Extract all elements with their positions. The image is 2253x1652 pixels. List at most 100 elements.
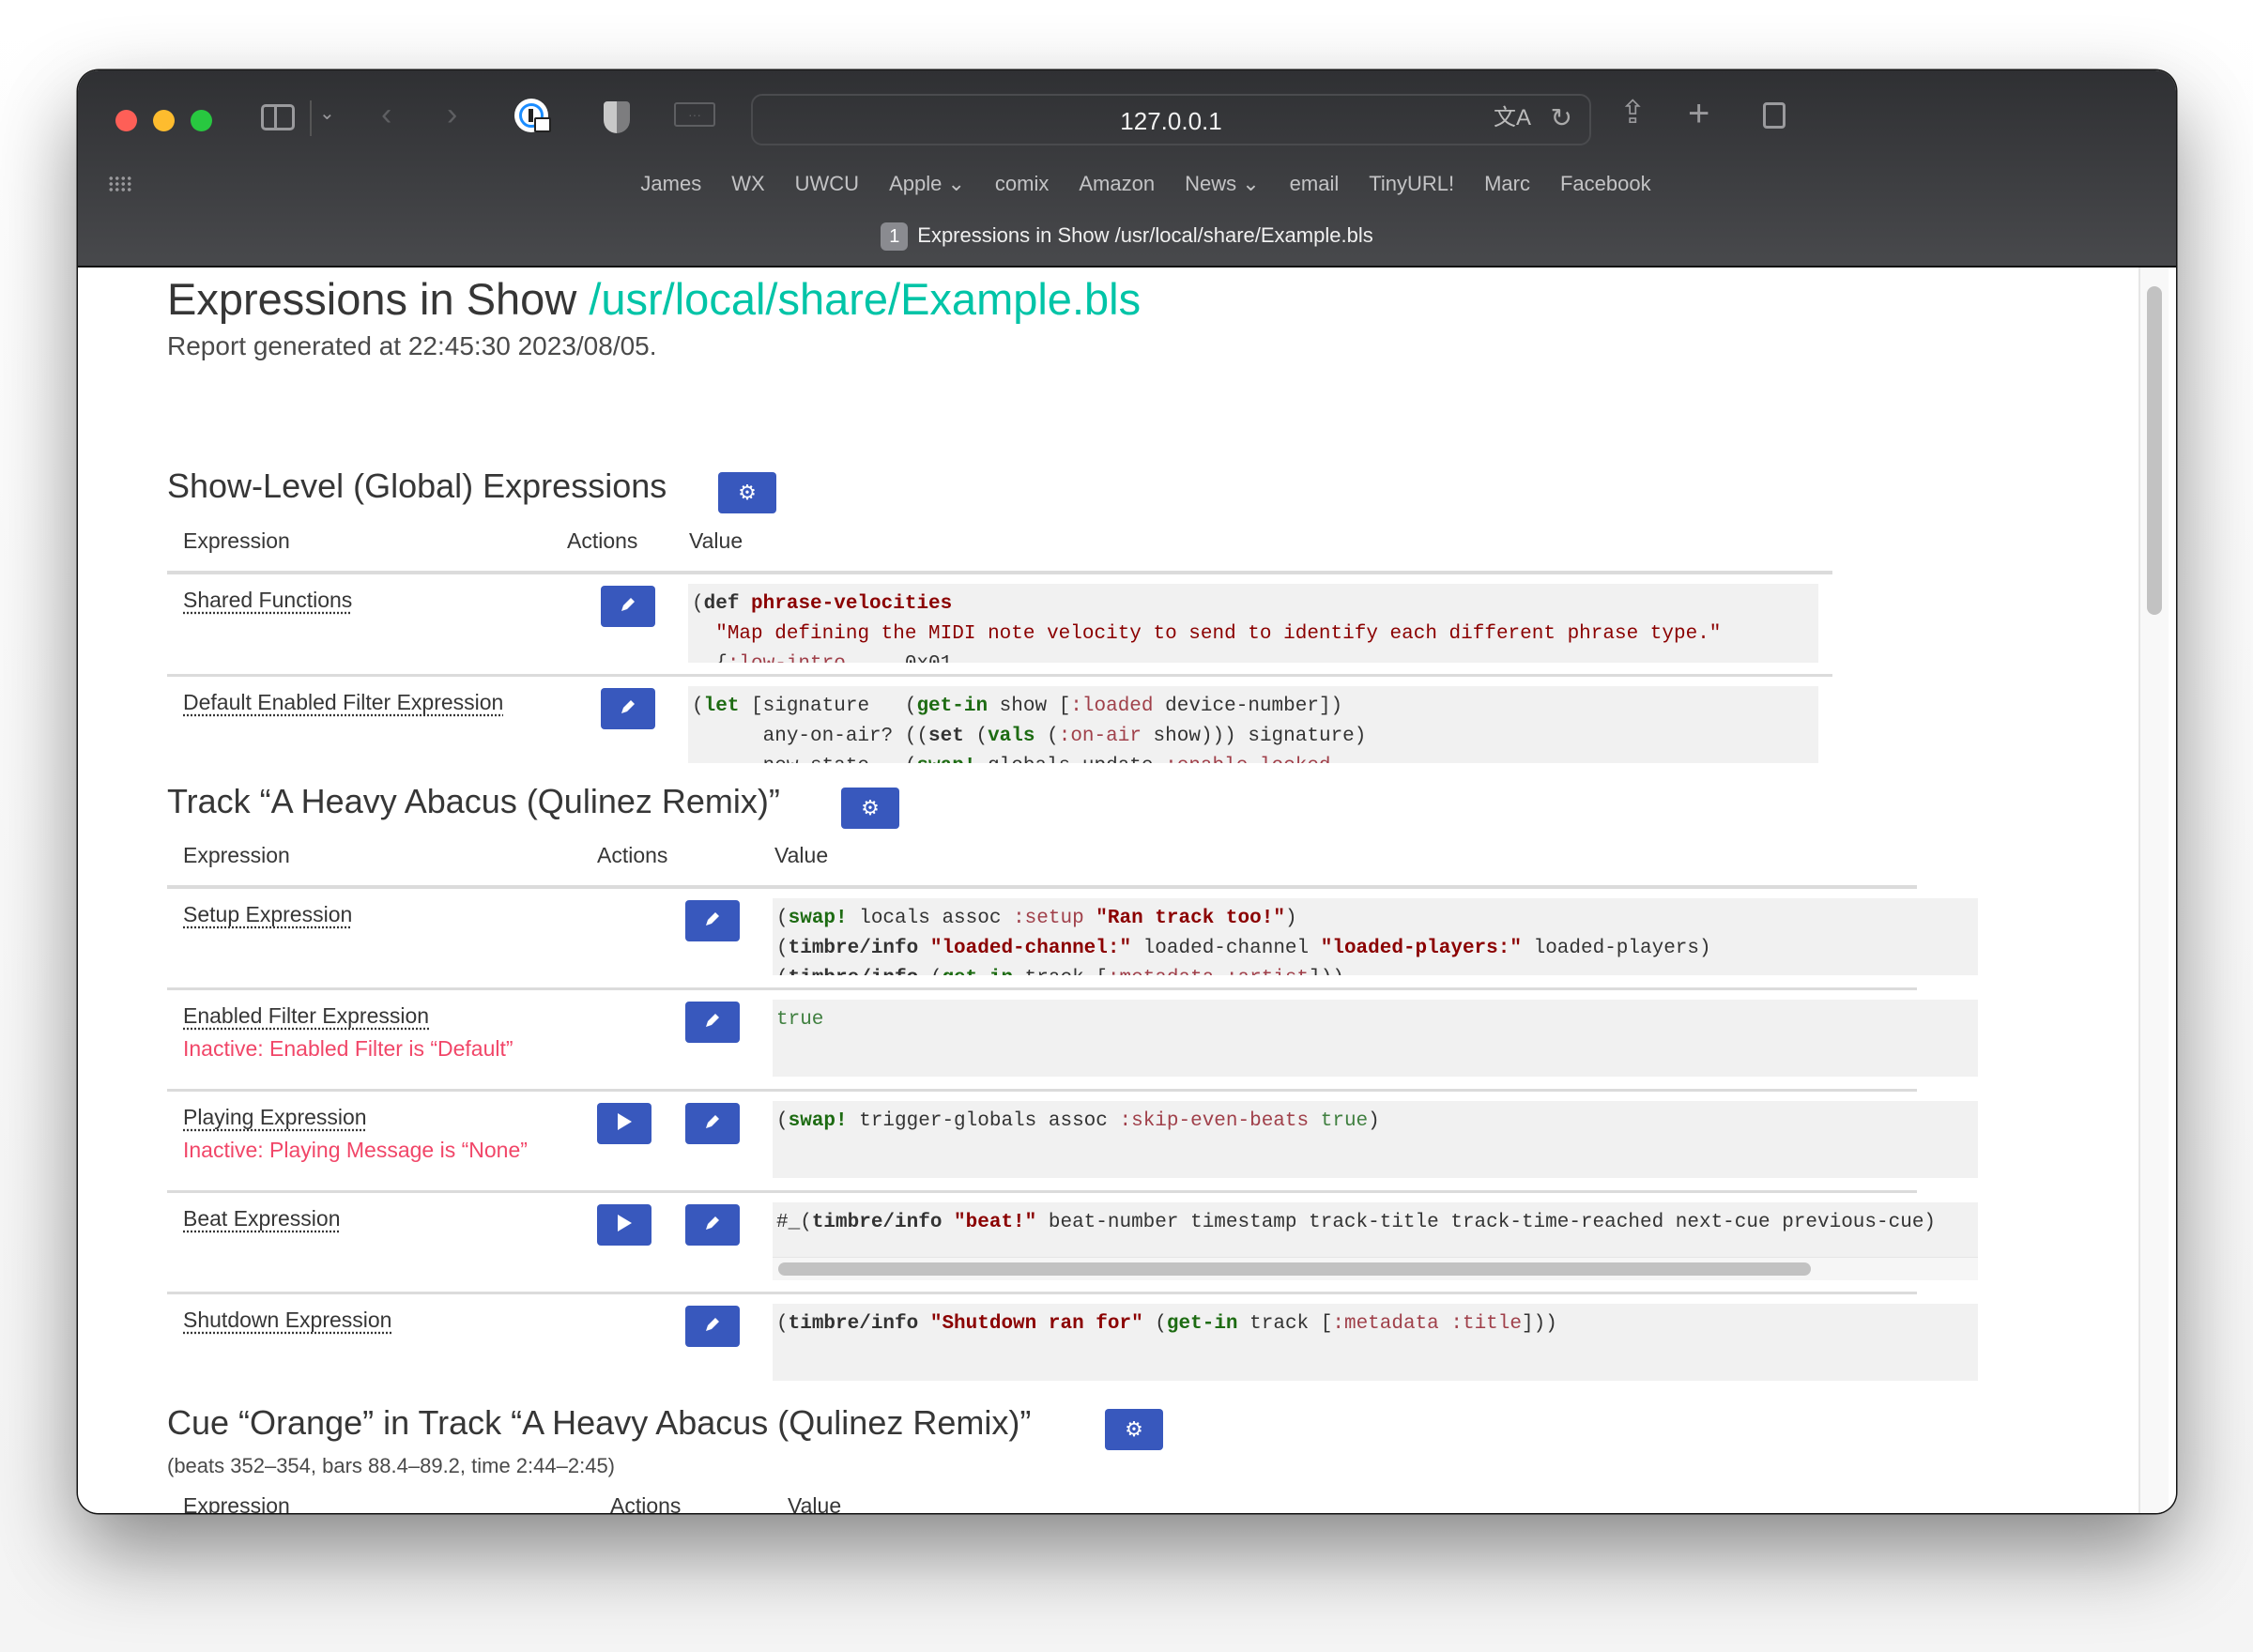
pencil-icon: [619, 595, 637, 619]
expression-value-code: (swap! trigger-globals assoc :skip-even-…: [773, 1101, 1978, 1178]
gear-icon: ⚙: [738, 481, 757, 504]
gear-icon: ⚙: [1125, 1417, 1143, 1441]
share-icon[interactable]: ⇪: [1619, 97, 1647, 129]
table-header-divider: [167, 885, 1917, 889]
column-header-actions: Actions: [610, 1493, 682, 1513]
expression-value-code: (let [signature (get-in show [:loaded de…: [688, 686, 1818, 763]
cue-position-details: (beats 352–354, bars 88.4–89.2, time 2:4…: [167, 1454, 616, 1477]
bookmark-item[interactable]: James: [640, 172, 701, 196]
row-divider: [167, 1292, 1917, 1294]
minimize-window-button[interactable]: [153, 110, 175, 131]
expression-link-enabled-filter[interactable]: Enabled Filter Expression: [183, 1003, 429, 1029]
browser-window: ⌄ ‹ › ··· 127.0.0.1 文A ↻ ⇪ + James WX UW…: [78, 70, 2176, 1513]
tab-overview-icon[interactable]: [1763, 102, 1786, 129]
bookmark-item[interactable]: TinyURL!: [1369, 172, 1454, 196]
reader-edit-icon[interactable]: ···: [674, 102, 715, 127]
bookmarks-bar: James WX UWCU Apple ⌄ comix Amazon News …: [78, 172, 2176, 196]
simulate-button[interactable]: [597, 1204, 651, 1246]
bookmark-folder[interactable]: News ⌄: [1185, 172, 1260, 196]
column-header-actions: Actions: [567, 528, 638, 553]
address-bar[interactable]: 127.0.0.1 文A ↻: [751, 94, 1591, 145]
edit-button[interactable]: [685, 900, 740, 941]
pencil-icon: [703, 1011, 722, 1034]
bookmark-item[interactable]: comix: [995, 172, 1049, 196]
row-divider: [167, 987, 1917, 990]
bookmark-item[interactable]: UWCU: [795, 172, 859, 196]
expression-link-shared-functions[interactable]: Shared Functions: [183, 588, 352, 613]
report-timestamp: Report generated at 22:45:30 2023/08/05.: [167, 331, 657, 360]
column-header-value: Value: [774, 843, 829, 867]
forward-icon[interactable]: ›: [447, 99, 457, 130]
row-divider: [167, 1190, 1917, 1193]
edit-button[interactable]: [685, 1002, 740, 1043]
bookmark-item[interactable]: WX: [731, 172, 764, 196]
back-icon[interactable]: ‹: [381, 99, 391, 130]
privacy-shield-icon[interactable]: [604, 101, 630, 133]
bookmark-item[interactable]: Amazon: [1079, 172, 1155, 196]
url-text: 127.0.0.1: [1120, 107, 1222, 135]
pencil-icon: [703, 1214, 722, 1237]
toolbar-divider: [310, 100, 312, 136]
expression-value-code: (swap! locals assoc :setup "Ran track to…: [773, 898, 1978, 975]
edit-button[interactable]: [685, 1306, 740, 1347]
translate-icon[interactable]: 文A: [1494, 107, 1531, 130]
row-divider: [167, 674, 1832, 677]
reload-icon[interactable]: ↻: [1551, 105, 1572, 131]
table-header-divider: [167, 571, 1832, 574]
pencil-icon: [703, 1315, 722, 1338]
browser-toolbar: ⌄ ‹ › ··· 127.0.0.1 文A ↻ ⇪ + James WX UW…: [78, 70, 2176, 268]
new-tab-icon[interactable]: +: [1688, 95, 1709, 132]
show-path-link[interactable]: /usr/local/share/Example.bls: [589, 274, 1141, 324]
simulate-button[interactable]: [597, 1103, 651, 1144]
expression-link-setup[interactable]: Setup Expression: [183, 902, 352, 927]
expression-link-shutdown[interactable]: Shutdown Expression: [183, 1308, 391, 1333]
expression-value-code: (def phrase-velocities "Map defining the…: [688, 584, 1818, 663]
edit-button[interactable]: [601, 688, 655, 729]
chevron-down-icon[interactable]: ⌄: [319, 104, 335, 123]
page-title-prefix: Expressions in Show: [167, 274, 577, 324]
vertical-scroll-thumb[interactable]: [2147, 286, 2162, 615]
tab-number-badge: 1: [881, 222, 909, 251]
bookmark-item[interactable]: Facebook: [1560, 172, 1651, 196]
tab-title: Expressions in Show /usr/local/share/Exa…: [917, 223, 1373, 247]
cue-settings-button[interactable]: ⚙: [1105, 1409, 1163, 1450]
gear-icon: ⚙: [861, 796, 880, 819]
zoom-window-button[interactable]: [191, 110, 212, 131]
inactive-status: Inactive: Enabled Filter is “Default”: [183, 1036, 513, 1061]
lock-icon: [534, 117, 551, 132]
column-header-expression: Expression: [183, 1493, 290, 1513]
horizontal-scroll-thumb[interactable]: [778, 1262, 1811, 1276]
pencil-icon: [703, 1112, 722, 1136]
edit-button[interactable]: [601, 586, 655, 627]
page-title: Expressions in Show /usr/local/share/Exa…: [167, 273, 1141, 325]
expression-value-code: true: [773, 1000, 1978, 1077]
global-settings-button[interactable]: ⚙: [718, 472, 776, 513]
play-icon: [616, 1112, 633, 1136]
column-header-actions: Actions: [597, 843, 668, 867]
column-header-value: Value: [689, 528, 743, 553]
edit-button[interactable]: [685, 1103, 740, 1144]
section-heading-track: Track “A Heavy Abacus (Qulinez Remix)”: [167, 782, 780, 820]
page-content: Expressions in Show /usr/local/share/Exa…: [78, 268, 2176, 1513]
section-heading-cue: Cue “Orange” in Track “A Heavy Abacus (Q…: [167, 1403, 1032, 1442]
close-window-button[interactable]: [115, 110, 137, 131]
row-divider: [167, 1089, 1917, 1092]
bookmark-item[interactable]: email: [1290, 172, 1340, 196]
edit-button[interactable]: [685, 1204, 740, 1246]
pencil-icon: [703, 910, 722, 933]
track-settings-button[interactable]: ⚙: [841, 788, 899, 829]
column-header-expression: Expression: [183, 843, 290, 867]
inactive-status: Inactive: Playing Message is “None”: [183, 1138, 528, 1162]
sidebar-toggle-icon[interactable]: [261, 104, 295, 130]
column-header-value: Value: [788, 1493, 842, 1513]
bookmark-item[interactable]: Marc: [1484, 172, 1530, 196]
active-tab[interactable]: 1 Expressions in Show /usr/local/share/Ex…: [78, 222, 2176, 251]
bookmark-folder[interactable]: Apple ⌄: [889, 172, 965, 196]
expression-link-default-enabled-filter[interactable]: Default Enabled Filter Expression: [183, 690, 503, 715]
column-header-expression: Expression: [183, 528, 290, 553]
expression-link-beat[interactable]: Beat Expression: [183, 1206, 340, 1231]
expression-value-code: (timbre/info "Shutdown ran for" (get-in …: [773, 1304, 1978, 1381]
expression-link-playing[interactable]: Playing Expression: [183, 1105, 367, 1130]
vertical-scrollbar[interactable]: [2138, 268, 2169, 1513]
horizontal-scrollbar[interactable]: [773, 1257, 1978, 1280]
